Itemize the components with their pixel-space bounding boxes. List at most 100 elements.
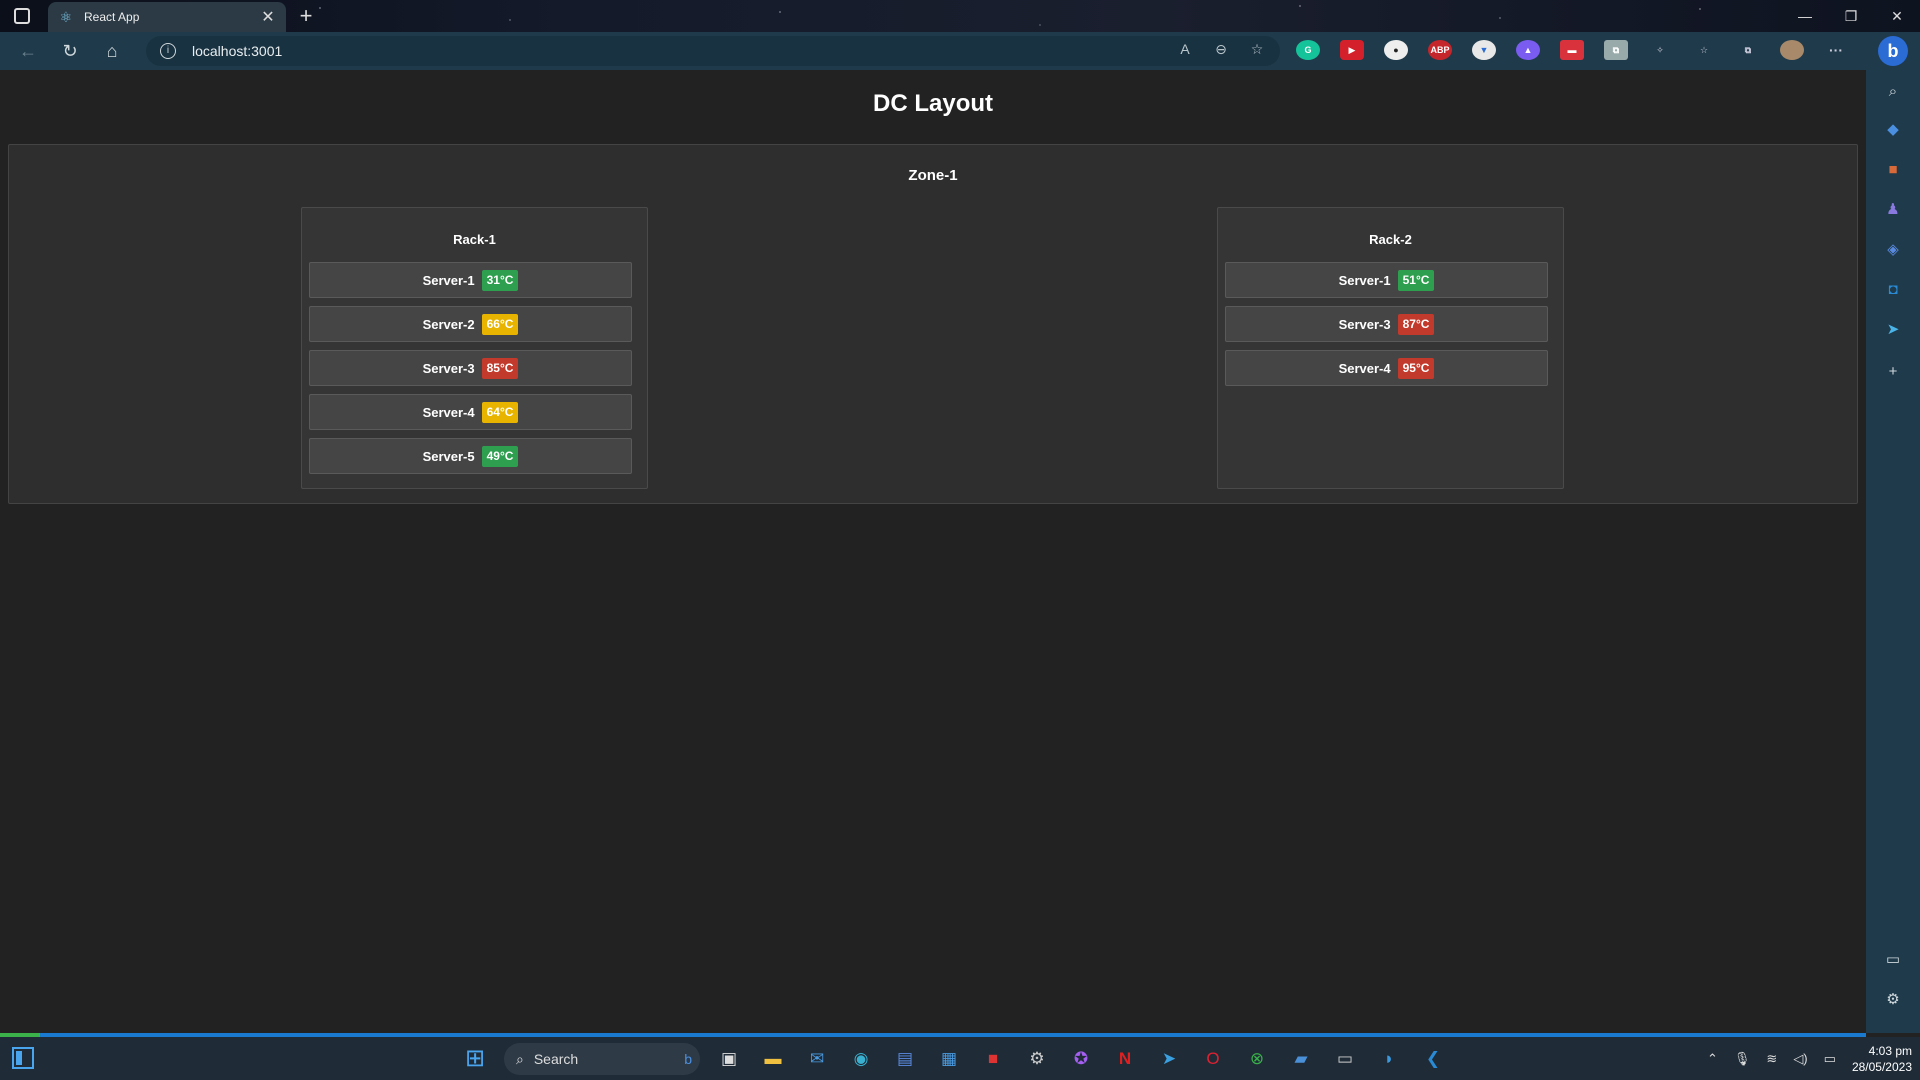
microphone-icon[interactable]: 🎙︎ [1734, 1051, 1751, 1067]
read-aloud-icon[interactable]: A [1174, 41, 1196, 58]
url-text[interactable]: localhost:3001 [192, 43, 282, 59]
rack-panel: Rack-2 Server-1 51°C Server-3 87°C Server-4 9… [1217, 207, 1564, 489]
widgets-icon[interactable] [12, 1047, 34, 1069]
server-row[interactable]: Server-5 49°C [309, 438, 632, 474]
page-title: DC Layout [873, 90, 993, 117]
settings-icon[interactable]: ⚙ [1883, 990, 1903, 1010]
telegram-icon[interactable]: ➤ [1154, 1044, 1184, 1074]
outlook-icon[interactable]: ◘ [1883, 280, 1903, 300]
server-row[interactable]: Server-3 85°C [309, 350, 632, 386]
close-tab-icon[interactable]: ✕ [260, 7, 276, 27]
video-extension-icon[interactable]: ▶ [1340, 40, 1364, 60]
rack-panel: Rack-1 Server-1 31°C Server-2 66°C Server-3 8… [301, 207, 648, 489]
red-extension-icon[interactable]: ▬ [1560, 40, 1584, 60]
server-row[interactable]: Server-1 31°C [309, 262, 632, 298]
battery-icon[interactable]: ▭ [1824, 1051, 1836, 1067]
server-row[interactable]: Server-4 95°C [1225, 350, 1548, 386]
server-row[interactable]: Server-1 51°C [1225, 262, 1548, 298]
server-list: Server-1 31°C Server-2 66°C Server-3 85°C Serv… [302, 262, 647, 474]
vscode-icon[interactable]: ❮ [1418, 1044, 1448, 1074]
browser-titlebar: ⚛ React App ✕ + — ❐ ✕ [0, 0, 1920, 32]
restore-icon[interactable]: ❐ [1828, 0, 1874, 32]
temperature-badge: 95°C [1397, 357, 1435, 379]
messenger-icon[interactable]: ✪ [1066, 1044, 1096, 1074]
clock[interactable]: 4:03 pm 28/05/2023 [1852, 1043, 1912, 1075]
xbox-icon[interactable]: ⊗ [1242, 1044, 1272, 1074]
wifi-icon[interactable]: ≋ [1766, 1051, 1777, 1067]
zoom-icon[interactable]: ⊖ [1210, 41, 1232, 58]
volume-icon[interactable]: ◁) [1793, 1051, 1807, 1067]
office-icon[interactable]: ◈ [1883, 240, 1903, 260]
rack-title: Rack-1 [453, 232, 496, 247]
address-bar[interactable]: i localhost:3001 A ⊖ ☆ [146, 36, 1280, 66]
settings-icon[interactable]: ⚙ [1022, 1044, 1052, 1074]
windows-start-icon[interactable]: ⊞ [460, 1044, 490, 1074]
drop-icon[interactable]: ➤ [1883, 320, 1903, 340]
collections-icon[interactable]: ⧉ [1736, 40, 1760, 60]
add-sidebar-app-icon[interactable]: + [1883, 362, 1903, 382]
chevron-up-icon[interactable]: ⌃ [1707, 1051, 1718, 1067]
tools-icon[interactable]: ■ [1883, 160, 1903, 180]
opera-icon[interactable]: O [1198, 1044, 1228, 1074]
tab-actions-icon[interactable] [14, 8, 30, 24]
purple-extension-icon[interactable]: ▲ [1516, 40, 1540, 60]
circle-extension-icon[interactable]: ● [1384, 40, 1408, 60]
edge-icon[interactable]: ◉ [846, 1044, 876, 1074]
temperature-badge: 31°C [481, 269, 519, 291]
temperature-badge: 87°C [1397, 313, 1435, 335]
server-name: Server-2 [422, 316, 475, 332]
back-icon[interactable]: ← [14, 37, 42, 65]
site-info-icon[interactable]: i [160, 43, 176, 59]
favorites-icon[interactable]: ☆ [1692, 40, 1716, 60]
red-app-icon[interactable]: ■ [978, 1044, 1008, 1074]
browser-tab[interactable]: ⚛ React App ✕ [48, 2, 286, 32]
bing-chat-icon[interactable]: b [1878, 36, 1908, 66]
extensions-icon[interactable]: ✧ [1648, 40, 1672, 60]
shopping-icon[interactable]: ◆ [1883, 120, 1903, 140]
grammarly-extension-icon[interactable]: G [1296, 40, 1320, 60]
window-controls: — ❐ ✕ [1782, 0, 1920, 32]
more-icon[interactable]: ··· [1824, 40, 1848, 60]
server-name: Server-4 [1338, 360, 1391, 376]
home-icon[interactable]: ⌂ [98, 37, 126, 65]
profile-avatar[interactable] [1780, 40, 1804, 60]
grey-extension-icon[interactable]: ⧉ [1604, 40, 1628, 60]
search-icon[interactable]: ⌕ [1883, 82, 1903, 102]
refresh-icon[interactable]: ↻ [56, 37, 84, 65]
temperature-badge: 64°C [481, 401, 519, 423]
system-tray: ⌃ 🎙︎ ≋ ◁) ▭ 4:03 pm 28/05/2023 [1707, 1037, 1912, 1080]
server-name: Server-5 [422, 448, 475, 464]
close-window-icon[interactable]: ✕ [1874, 0, 1920, 32]
adblock-extension-icon[interactable]: ABP [1428, 40, 1452, 60]
task-view-icon[interactable]: ▣ [714, 1044, 744, 1074]
file-explorer-icon[interactable]: ▬ [758, 1044, 788, 1074]
server-row[interactable]: Server-4 64°C [309, 394, 632, 430]
temperature-badge: 49°C [481, 445, 519, 467]
temperature-badge: 85°C [481, 357, 519, 379]
mail-icon[interactable]: ✉ [802, 1044, 832, 1074]
calendar-icon[interactable]: ▦ [934, 1044, 964, 1074]
docker-icon[interactable]: ◗ [1374, 1044, 1404, 1074]
netflix-icon[interactable]: N [1110, 1044, 1140, 1074]
add-favorite-icon[interactable]: ☆ [1246, 41, 1268, 58]
minimize-icon[interactable]: — [1782, 0, 1828, 32]
store-icon[interactable]: ▤ [890, 1044, 920, 1074]
shield-extension-icon[interactable]: ▼ [1472, 40, 1496, 60]
taskbar: ⊞ ⌕ Search b ▣ ▬ ✉ ◉ ▤ ▦ ■ ⚙ ✪ N ➤ O ⊗ ▰… [0, 1037, 1920, 1080]
bing-icon: b [684, 1051, 692, 1067]
games-icon[interactable]: ♟ [1883, 200, 1903, 220]
clock-time: 4:03 pm [1868, 1043, 1912, 1058]
new-tab-button[interactable]: + [294, 3, 318, 29]
edge-sidebar: ⌕ ◆ ■ ♟ ◈ ◘ ➤ + ▭ ⚙ [1866, 70, 1920, 1033]
server-row[interactable]: Server-2 66°C [309, 306, 632, 342]
search-icon: ⌕ [516, 1050, 524, 1067]
server-row[interactable]: Server-3 87°C [1225, 306, 1548, 342]
server-name: Server-1 [1338, 272, 1391, 288]
temperature-badge: 51°C [1397, 269, 1435, 291]
zone-title: Zone-1 [908, 167, 958, 184]
app-icon[interactable]: ▰ [1286, 1044, 1316, 1074]
taskbar-search[interactable]: ⌕ Search b [504, 1043, 700, 1075]
terminal-icon[interactable]: ▭ [1330, 1044, 1360, 1074]
hide-sidebar-icon[interactable]: ▭ [1883, 950, 1903, 970]
tab-title: React App [84, 10, 140, 24]
